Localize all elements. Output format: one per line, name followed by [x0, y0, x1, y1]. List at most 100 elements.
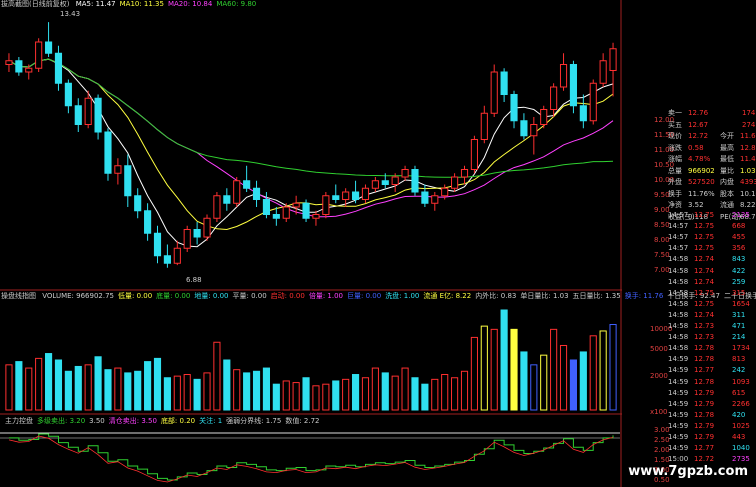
chart-canvas[interactable]	[0, 0, 622, 487]
tick-price: 12.75	[694, 288, 715, 297]
volume-bar-24	[243, 372, 251, 411]
tick-price: 12.79	[694, 388, 715, 397]
quote-row: 外盘 527520 内盘 439374	[668, 177, 756, 187]
quote-value: 966902	[688, 166, 715, 175]
volume-bar-53	[530, 364, 538, 411]
tick-volume: 615	[732, 388, 746, 397]
candle-body-41	[411, 169, 419, 193]
volume-bar-16	[163, 377, 171, 411]
candle-body-33	[332, 195, 340, 200]
quote-volume: 274	[742, 120, 756, 129]
volume-bar-58	[579, 351, 587, 411]
tick-time: 15:00	[668, 455, 689, 464]
quote-label: 涨跌	[668, 143, 682, 152]
quote-value: 12.76	[688, 109, 709, 117]
tick-volume: 2266	[732, 399, 750, 408]
volume-axis-tick: x100	[650, 408, 668, 416]
quote-label-2: 流通	[720, 201, 734, 209]
volume-bar-54	[540, 354, 548, 411]
tick-volume: 214	[732, 333, 746, 342]
tick-time: 14:58	[668, 333, 689, 342]
ma-legend-item-2: MA20: 10.84	[167, 0, 213, 8]
tick-volume: 455	[732, 233, 746, 242]
quote-value-2: 11.45	[740, 155, 756, 163]
volume-bar-41	[411, 377, 419, 411]
quote-label-2: 最高	[720, 143, 734, 152]
candle-body-42	[421, 191, 429, 204]
volume-bar-56	[559, 344, 568, 411]
volume-bar-42	[421, 383, 429, 411]
tick-volume: 1734	[732, 344, 750, 353]
tick-time: 14:58	[668, 255, 689, 264]
volume-bar-43	[431, 378, 439, 411]
candle-body-44	[441, 187, 449, 197]
tick-row: 14:58 12.73 471	[668, 321, 756, 331]
tick-time: 14:59	[668, 355, 689, 364]
indicator-item-11: 单日量比: 1.03	[520, 292, 569, 300]
candle-body-7	[74, 105, 82, 125]
tick-volume: 443	[732, 433, 746, 441]
volume-bar-18	[183, 374, 191, 411]
candle-body-28	[282, 206, 290, 219]
tick-price: 12.74	[694, 310, 715, 319]
tick-price: 12.75	[694, 299, 715, 308]
osc-item-5: 关注: 1	[199, 417, 223, 425]
quote-row: 涨幅 4.78% 最低 11.45	[668, 154, 756, 164]
candle-body-31	[312, 214, 320, 219]
tick-volume: 471	[732, 322, 746, 330]
quote-value: 3.52	[688, 201, 704, 209]
tick-time: 14:58	[668, 266, 689, 275]
volume-bar-48	[480, 325, 488, 411]
candle-body-2	[25, 67, 33, 73]
volume-bar-45	[451, 377, 459, 411]
tick-time: 14:59	[668, 399, 689, 408]
tick-volume: 1040	[732, 444, 750, 453]
oscillator-indicator-bar: 主力控盘 多级卖出: 3.20 3.50 清仓卖出: 3.50 底部: 0.20 关注: …	[1, 417, 320, 426]
quote-value: 12.67	[688, 120, 709, 129]
indicator-item-8: 洗盘: 1.00	[385, 292, 420, 300]
watermark: www.7gpzb.com	[628, 464, 748, 479]
quote-label-2: 股本	[720, 189, 734, 198]
tick-price: 12.79	[694, 421, 715, 430]
candle-body-21	[213, 195, 221, 219]
osc-item-3: 清仓卖出: 3.50	[108, 417, 157, 425]
volume-bar-50	[500, 309, 508, 411]
tick-price: 12.74	[694, 266, 715, 275]
quote-row: 卖一 12.76 174	[668, 108, 756, 118]
candle-body-45	[451, 176, 459, 189]
tick-price: 12.75	[694, 222, 715, 231]
candle-body-19	[193, 229, 201, 238]
osc-item-0: 主力控盘	[5, 417, 33, 425]
tick-price: 12.78	[694, 410, 715, 419]
tick-time: 14:59	[668, 444, 689, 453]
candle-body-59	[589, 82, 597, 122]
volume-bar-22	[223, 359, 231, 411]
candle-body-37	[371, 180, 379, 189]
tick-volume: 420	[732, 410, 746, 419]
quote-row: 涨跌 0.58 最高 12.88	[668, 143, 756, 153]
candle-body-18	[183, 229, 191, 249]
indicator-title: 操盘线指图	[1, 292, 36, 300]
tick-row: 14:59 12.79 443	[668, 432, 756, 442]
quote-volume: 174	[742, 109, 756, 117]
volume-bar-37	[371, 367, 379, 411]
tick-time: 14:57	[668, 244, 689, 253]
candle-body-1	[15, 60, 23, 73]
tick-price: 12.78	[694, 344, 715, 353]
volume-bar-5	[54, 359, 63, 411]
volume-bar-49	[490, 328, 498, 411]
candle-body-58	[579, 105, 587, 122]
tick-time: 14:57	[668, 222, 689, 231]
indicator-item-1: 低量: 0.00	[117, 292, 153, 300]
osc-item-2: 3.50	[89, 417, 105, 425]
candle-body-24	[243, 180, 251, 189]
candle-body-61	[609, 48, 617, 71]
quote-value: 4.78%	[688, 155, 711, 163]
ma5-line	[8, 58, 614, 248]
quote-value: 527520	[688, 178, 715, 186]
volume-bar-21	[213, 341, 221, 411]
candle-body-56	[559, 64, 568, 88]
candle-body-53	[530, 124, 538, 137]
quote-value: 11.76%	[688, 189, 715, 198]
tick-price: 12.78	[694, 355, 715, 364]
